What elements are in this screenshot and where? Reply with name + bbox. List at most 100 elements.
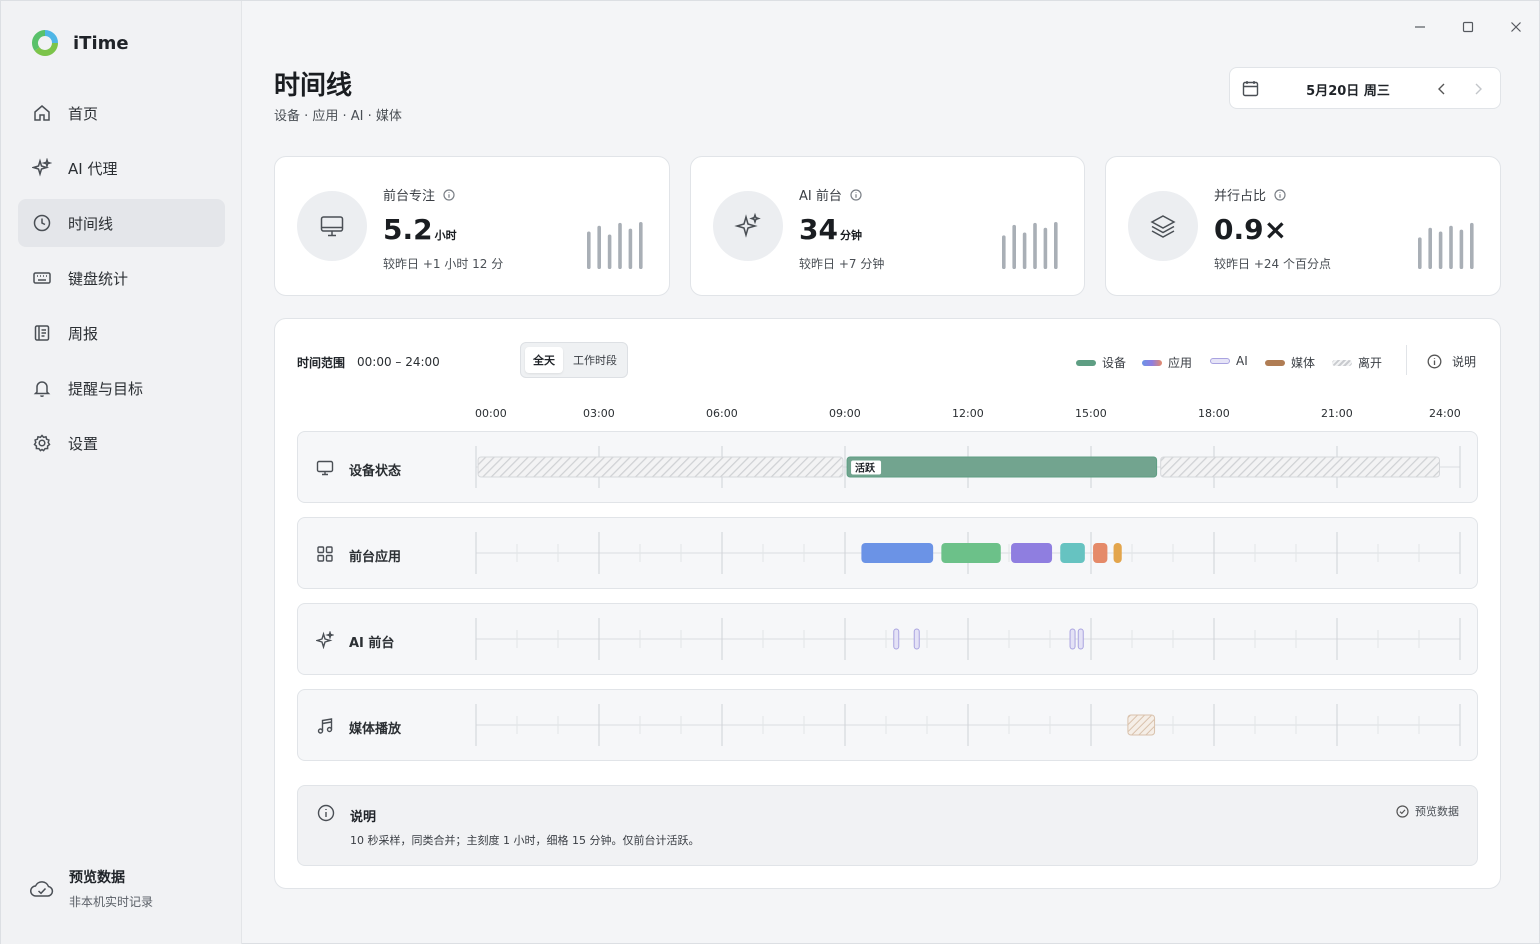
legend-app: 应用 <box>1142 354 1192 371</box>
note-title: 说明 <box>350 810 377 825</box>
row-label: 设备状态 <box>349 464 402 479</box>
spark-bar <box>1022 232 1027 269</box>
range-mode-switch: 全天 工作时段 <box>520 342 628 378</box>
sidebar-item-label: 周报 <box>68 324 99 343</box>
legend-swatch <box>1142 359 1162 366</box>
info-icon[interactable] <box>850 188 862 201</box>
monitor-icon <box>320 216 344 237</box>
sidebar-item-ai-agent[interactable]: AI 代理 <box>18 144 225 192</box>
ai-mark <box>1069 628 1076 650</box>
stat-label-wrap: 前台专注 <box>383 185 455 204</box>
ai-track-svg <box>475 618 1461 660</box>
sparkline-bars <box>587 221 643 269</box>
sidebar-item-label: AI 代理 <box>68 159 118 178</box>
stat-card-parallel-ratio: 并行占比 0.9× 较昨日 +24 个百分点 <box>1105 156 1501 296</box>
stat-unit: 分钟 <box>839 229 862 242</box>
media-segment <box>1127 714 1156 736</box>
app-segment <box>1011 543 1053 563</box>
bell-icon <box>33 381 51 398</box>
next-day-button[interactable] <box>1469 80 1487 98</box>
legend-label: 离开 <box>1358 356 1383 370</box>
check-circle-icon <box>1396 804 1409 818</box>
legend-ai: AI <box>1210 354 1248 368</box>
app-window: iTime 首页 AI 代理 时间线 键盘统计 周报 提醒与目标 设置 预览数据… <box>0 0 1540 944</box>
gear-icon <box>33 434 51 452</box>
legend-media: 媒体 <box>1265 354 1315 371</box>
previous-day-button[interactable] <box>1433 80 1451 98</box>
legend-label: 设备 <box>1102 356 1127 370</box>
sidebar-item-label: 键盘统计 <box>68 269 129 288</box>
axis-tick-label: 03:00 <box>583 407 615 420</box>
legend-swatch <box>1210 358 1230 364</box>
app-segment <box>1113 543 1122 563</box>
axis-tick-label: 21:00 <box>1321 407 1353 420</box>
app-name: iTime <box>73 32 129 54</box>
sidebar-item-reminders-goals[interactable]: 提醒与目标 <box>18 364 225 412</box>
info-icon <box>1427 354 1442 369</box>
sidebar-item-label: 设置 <box>68 434 99 453</box>
close-button[interactable] <box>1506 17 1526 37</box>
stat-label-wrap: AI 前台 <box>799 185 862 204</box>
brand[interactable]: iTime <box>31 29 129 57</box>
sidebar-item-timeline[interactable]: 时间线 <box>18 199 225 247</box>
mode-full-day-button[interactable]: 全天 <box>525 347 563 373</box>
sparkline-bars <box>1418 222 1474 269</box>
sparkle-icon <box>316 631 334 649</box>
stat-icon-wrap <box>1128 191 1198 261</box>
spark-bar <box>1459 229 1464 269</box>
stat-label-wrap: 并行占比 <box>1214 185 1286 204</box>
info-icon[interactable] <box>443 188 455 201</box>
sidebar-item-weekly-report[interactable]: 周报 <box>18 309 225 357</box>
sidebar-item-keyboard-stats[interactable]: 键盘统计 <box>18 254 225 302</box>
ai-mark <box>1077 628 1084 650</box>
sparkle-icon <box>32 158 52 177</box>
preview-data-title: 预览数据 <box>69 870 125 886</box>
legend-swatch <box>1265 359 1285 366</box>
sparkle-icon <box>734 212 761 238</box>
spark-bar <box>607 234 612 269</box>
spark-bar <box>1002 235 1006 269</box>
stat-value: 5.2 <box>383 213 433 246</box>
spark-bar <box>587 231 591 269</box>
mode-work-hours-button[interactable]: 工作时段 <box>567 347 623 373</box>
ai-mark <box>893 628 900 650</box>
sidebar-item-home[interactable]: 首页 <box>18 89 225 137</box>
ai-mark <box>913 628 920 650</box>
axis-tick-label: 18:00 <box>1198 407 1230 420</box>
minimize-button[interactable] <box>1410 17 1430 37</box>
stat-label: 并行占比 <box>1214 189 1267 204</box>
spark-bar <box>618 222 622 269</box>
device-track-svg: 活跃 <box>475 446 1461 488</box>
chevron-right-icon <box>1475 83 1482 95</box>
minimize-icon <box>1415 26 1425 28</box>
axis-tick-label: 24:00 <box>1429 407 1461 420</box>
app-logo-icon <box>32 30 58 56</box>
stat-value: 0.9× <box>1214 213 1288 246</box>
active-badge-label: 活跃 <box>855 462 876 475</box>
timeline-panel: 时间范围 00:00 – 24:00 全天 工作时段 设备 应用 AI 媒体 离… <box>274 318 1501 889</box>
away-segment <box>477 456 844 478</box>
stat-delta: 较昨日 +7 分钟 <box>799 257 885 271</box>
legend-label: 应用 <box>1168 356 1193 370</box>
sidebar-item-settings[interactable]: 设置 <box>18 419 225 467</box>
legend-swatch <box>1332 359 1352 366</box>
stat-value: 34 <box>799 213 838 246</box>
info-icon[interactable] <box>1274 188 1286 201</box>
clock-icon <box>33 214 51 232</box>
maximize-button[interactable] <box>1458 17 1478 37</box>
spark-bar <box>1449 225 1453 269</box>
row-label: 媒体播放 <box>349 722 402 737</box>
sidebar-item-label: 提醒与目标 <box>68 379 144 398</box>
legend-divider <box>1406 345 1407 375</box>
spark-bar <box>1033 222 1037 269</box>
spark-bar <box>1418 237 1422 269</box>
legend-device: 设备 <box>1076 354 1126 371</box>
calendar-icon[interactable] <box>1242 80 1259 97</box>
stat-delta: 较昨日 +24 个百分点 <box>1214 257 1331 271</box>
page-title: 时间线 <box>274 71 353 101</box>
ai-track <box>475 604 1461 674</box>
stat-label: 前台专注 <box>383 189 436 204</box>
home-icon <box>34 105 50 121</box>
explain-button[interactable]: 说明 <box>1427 353 1476 370</box>
current-date[interactable]: 5月20日 周三 <box>1306 80 1390 99</box>
